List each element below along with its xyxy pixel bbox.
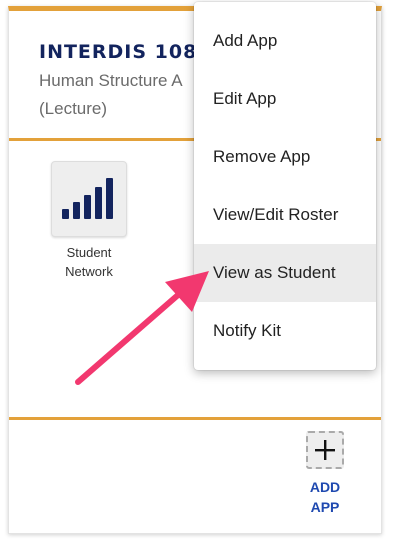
pointer-arrow-icon [75,271,209,385]
course-card-screen: INTERDIS 108B Human Structure A (Lecture… [0,0,400,550]
